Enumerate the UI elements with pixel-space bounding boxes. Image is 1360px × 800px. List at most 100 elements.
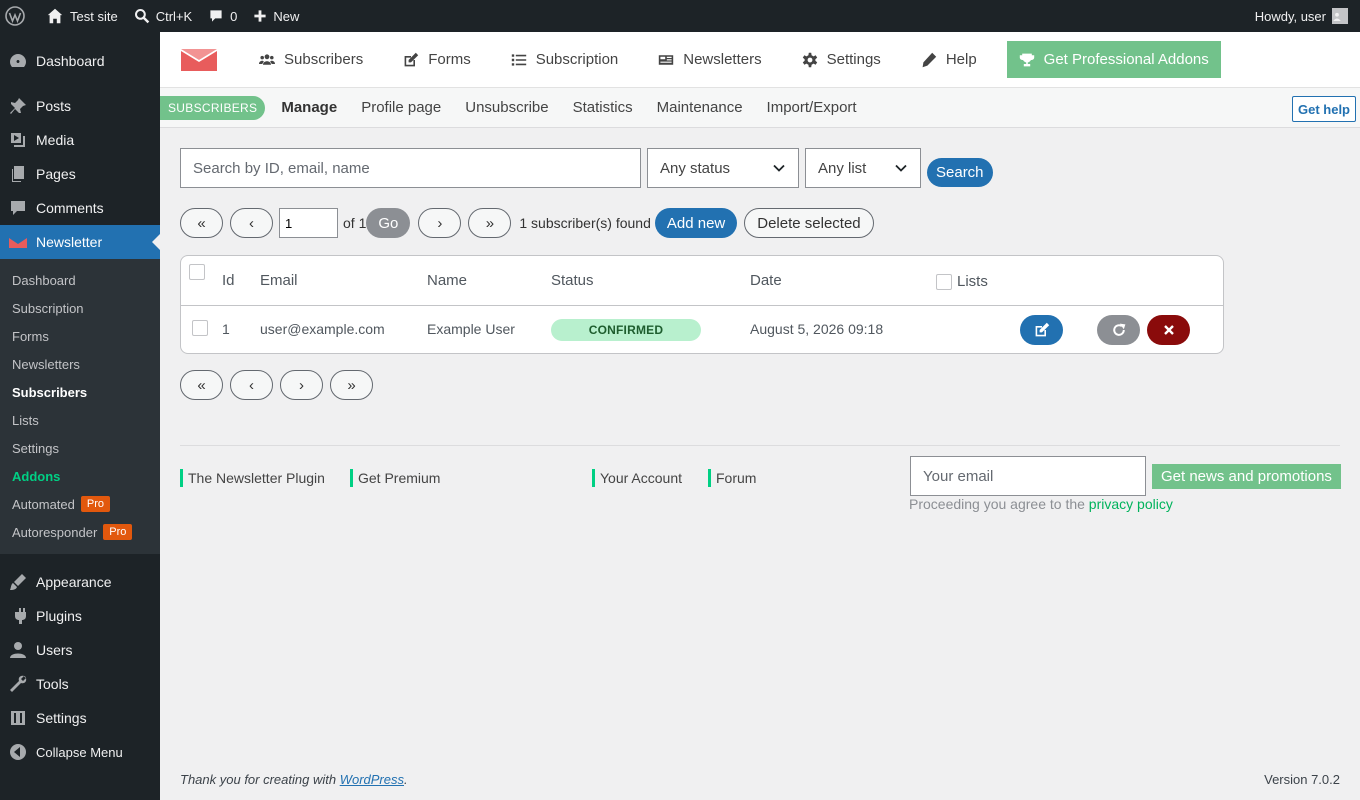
select-all-checkbox[interactable] (189, 264, 205, 280)
footer-link-account[interactable]: Your Account (592, 469, 682, 487)
collapse-menu-button[interactable]: Collapse Menu (0, 735, 160, 769)
tab-statistics[interactable]: Statistics (573, 99, 633, 116)
subscribers-table: Id Email Name Status Date Lists 1 user@e… (180, 255, 1224, 354)
nav-help[interactable]: Help (921, 32, 977, 88)
get-news-button[interactable]: Get news and promotions (1152, 464, 1341, 489)
prev-page-button[interactable]: ‹ (230, 370, 273, 400)
dashboard-icon (10, 54, 26, 67)
column-date[interactable]: Date (750, 272, 782, 289)
last-page-button[interactable]: » (330, 370, 373, 400)
newsletter-email-input[interactable] (910, 456, 1146, 496)
column-lists-label: Lists (957, 273, 988, 290)
pagination-top: « ‹ of 1 Go › » 1 subscriber(s) found Ad… (180, 208, 874, 238)
new-content-link[interactable]: New (245, 0, 307, 32)
comments-link[interactable]: 0 (200, 0, 245, 32)
delete-selected-button[interactable]: Delete selected (744, 208, 874, 238)
menu-plugins-label: Plugins (36, 608, 82, 624)
section-badge: SUBSCRIBERS (160, 95, 266, 120)
media-icon (11, 133, 25, 147)
search-button[interactable]: Search (927, 157, 993, 187)
wordpress-link[interactable]: WordPress (340, 772, 404, 787)
menu-settings[interactable]: Settings (0, 701, 160, 735)
submenu-lists[interactable]: Lists (0, 406, 160, 434)
submenu-forms[interactable]: Forms (0, 322, 160, 350)
privacy-note: Proceeding you agree to the privacy poli… (909, 496, 1173, 512)
lists-toggle-checkbox[interactable] (936, 273, 952, 290)
first-page-button[interactable]: « (180, 370, 223, 400)
go-button[interactable]: Go (366, 208, 411, 238)
tab-unsubscribe[interactable]: Unsubscribe (465, 99, 548, 116)
resend-button[interactable] (1097, 315, 1140, 345)
get-pro-addons-button[interactable]: Get Professional Addons (1006, 41, 1221, 78)
footer-link-premium[interactable]: Get Premium (350, 469, 440, 487)
tab-manage[interactable]: Manage (281, 99, 337, 116)
pages-icon (12, 166, 24, 182)
menu-comments[interactable]: Comments (0, 191, 160, 225)
menu-comments-label: Comments (36, 200, 104, 216)
submenu-settings[interactable]: Settings (0, 434, 160, 462)
column-name[interactable]: Name (427, 272, 467, 289)
nav-forms[interactable]: Forms (403, 32, 471, 88)
search-shortcut[interactable]: Ctrl+K (126, 0, 200, 32)
row-email: user@example.com (260, 321, 385, 337)
search-input[interactable] (180, 148, 641, 188)
nav-newsletters[interactable]: Newsletters (658, 32, 762, 88)
site-name-link[interactable]: Test site (38, 0, 126, 32)
footer-link-plugin[interactable]: The Newsletter Plugin (180, 469, 325, 487)
status-select[interactable]: Any status (647, 148, 799, 188)
list-select[interactable]: Any list (805, 148, 921, 188)
row-checkbox[interactable] (192, 320, 208, 336)
table-row: 1 user@example.com Example User CONFIRME… (181, 306, 1223, 354)
menu-tools[interactable]: Tools (0, 667, 160, 701)
submenu-dashboard[interactable]: Dashboard (0, 266, 160, 294)
submenu-addons[interactable]: Addons (0, 462, 160, 490)
menu-users[interactable]: Users (0, 633, 160, 667)
chevron-down-icon (773, 164, 785, 172)
menu-media[interactable]: Media (0, 123, 160, 157)
menu-pages[interactable]: Pages (0, 157, 160, 191)
tab-profile-page[interactable]: Profile page (361, 99, 441, 116)
page-number-input[interactable] (279, 208, 338, 238)
search-bar: Any status Any list Search (180, 148, 993, 188)
search-icon (134, 9, 149, 24)
footer-link-forum[interactable]: Forum (708, 469, 756, 487)
next-page-button[interactable]: › (280, 370, 323, 400)
edit-button[interactable] (1020, 315, 1063, 345)
menu-appearance[interactable]: Appearance (0, 565, 160, 599)
next-page-button[interactable]: › (418, 208, 462, 238)
tab-maintenance[interactable]: Maintenance (657, 99, 743, 116)
delete-button[interactable] (1147, 315, 1190, 345)
users-icon (259, 53, 275, 65)
submenu-automated[interactable]: Automated Pro (0, 490, 160, 518)
submenu-subscribers[interactable]: Subscribers (0, 378, 160, 406)
prev-page-button[interactable]: ‹ (230, 208, 273, 238)
column-email[interactable]: Email (260, 272, 298, 289)
comments-count: 0 (230, 8, 238, 24)
menu-plugins[interactable]: Plugins (0, 599, 160, 633)
menu-newsletter[interactable]: Newsletter (0, 225, 160, 259)
menu-dashboard[interactable]: Dashboard (0, 44, 160, 78)
wordpress-logo-icon[interactable] (0, 0, 38, 32)
submenu-autoresponder[interactable]: Autoresponder Pro (0, 518, 160, 546)
submenu-automated-label: Automated (12, 496, 75, 512)
add-new-button[interactable]: Add new (654, 208, 738, 238)
get-help-button[interactable]: Get help (1291, 96, 1356, 122)
menu-pages-label: Pages (36, 166, 76, 182)
menu-posts[interactable]: Posts (0, 89, 160, 123)
submenu-newsletters[interactable]: Newsletters (0, 350, 160, 378)
nav-subscribers[interactable]: Subscribers (259, 32, 363, 88)
column-id[interactable]: Id (222, 272, 235, 289)
column-lists: Lists (936, 273, 988, 290)
collapse-arrow-icon (10, 744, 26, 760)
privacy-policy-link[interactable]: privacy policy (1089, 496, 1173, 512)
row-name: Example User (427, 321, 515, 337)
column-status[interactable]: Status (551, 272, 594, 289)
my-account[interactable]: Howdy, user (1247, 0, 1360, 32)
newsletter-logo-icon[interactable] (181, 48, 217, 71)
last-page-button[interactable]: » (468, 208, 512, 238)
nav-settings[interactable]: Settings (802, 32, 881, 88)
submenu-subscription[interactable]: Subscription (0, 294, 160, 322)
nav-subscription[interactable]: Subscription (511, 32, 618, 88)
first-page-button[interactable]: « (180, 208, 223, 238)
tab-import-export[interactable]: Import/Export (767, 99, 857, 116)
